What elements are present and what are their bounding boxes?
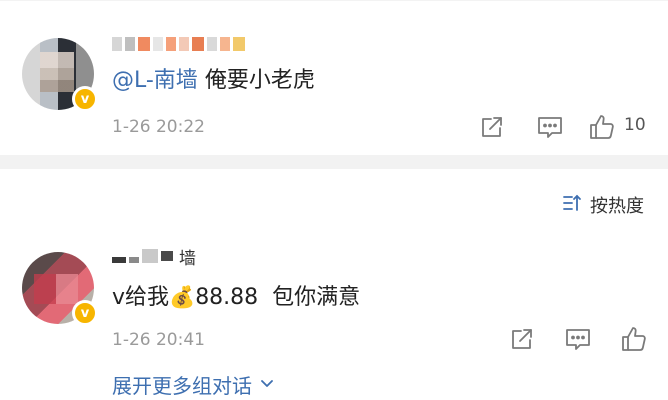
pixel-block [142, 249, 158, 263]
share-icon[interactable] [508, 325, 536, 353]
comment-text: @L-南墙 俺要小老虎 [112, 66, 315, 96]
pixel-block [207, 37, 217, 51]
sort-label: 按热度 [590, 196, 644, 217]
pixel-block [112, 257, 126, 263]
pixel-block [138, 37, 150, 51]
thumbs-up-icon[interactable] [620, 325, 648, 353]
pixel-block [179, 37, 189, 51]
mention-link[interactable]: @L-南墙 [112, 68, 198, 93]
avatar[interactable]: v [22, 252, 98, 326]
timestamp: 1-26 20:22 [112, 117, 205, 137]
pixel-block [153, 37, 163, 51]
username-pixelated[interactable]: 墙 [112, 246, 196, 269]
pixel-block [129, 257, 139, 263]
timestamp: 1-26 20:41 [112, 330, 205, 350]
username-pixelated[interactable] [112, 34, 248, 54]
pixel-block [233, 37, 245, 51]
reply-icon[interactable] [564, 325, 592, 353]
sort-button[interactable]: 按热度 [562, 192, 644, 218]
section-divider [0, 155, 668, 169]
comment-body-start: v给我 [112, 285, 170, 310]
comment-text: v给我💰88.88 包你满意 [112, 282, 360, 313]
pixel-block [125, 37, 135, 51]
share-icon[interactable] [478, 113, 506, 141]
comment-body-end: 88.88 包你满意 [195, 285, 361, 310]
comment-body: 俺要小老虎 [204, 68, 315, 93]
sort-icon [562, 193, 584, 218]
avatar[interactable]: v [22, 38, 98, 112]
comment-item: v 墙 v给我💰88.88 包你满意 1-26 20:41 展开更多组对话 [0, 240, 668, 400]
chevron-down-icon [258, 373, 276, 397]
thumbs-up-icon[interactable] [588, 113, 616, 141]
like-count: 10 [624, 115, 646, 135]
top-border [0, 0, 668, 1]
pixel-block [161, 251, 173, 261]
money-bag-icon: 💰 [169, 285, 196, 309]
pixel-block [192, 37, 204, 51]
username-suffix: 墙 [179, 248, 196, 269]
comment-item: v @L-南墙 俺要小老虎 1-26 20:22 10 [0, 22, 668, 154]
pixel-block [220, 37, 230, 51]
pixel-block [112, 37, 122, 51]
verified-badge-icon: v [72, 300, 98, 326]
reply-icon[interactable] [536, 113, 564, 141]
verified-badge-icon: v [72, 86, 98, 112]
expand-replies-link[interactable]: 展开更多组对话 [112, 370, 276, 399]
comment-page: v @L-南墙 俺要小老虎 1-26 20:22 10 按热度 v 墙 v给我💰… [0, 0, 668, 400]
pixel-block [166, 37, 176, 51]
expand-label: 展开更多组对话 [112, 374, 252, 398]
